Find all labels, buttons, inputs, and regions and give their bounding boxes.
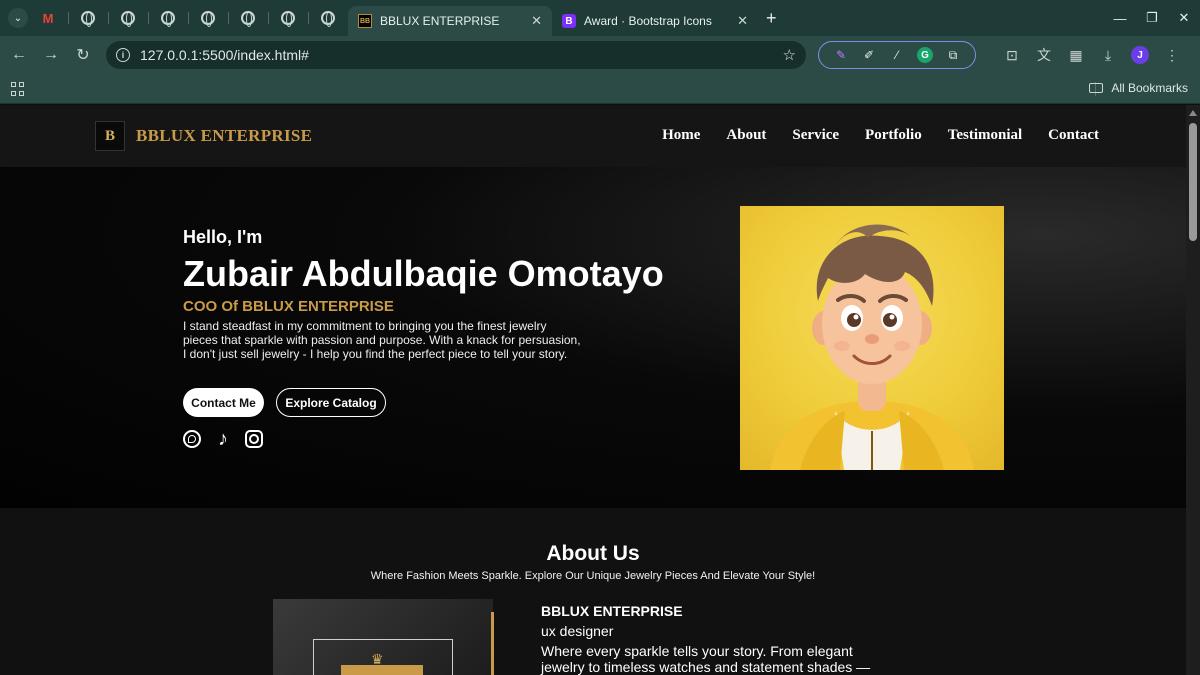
download-icon[interactable]: ⤓: [1092, 47, 1124, 64]
globe-icon: [201, 11, 215, 27]
tab-search-icon[interactable]: ⌄: [8, 8, 28, 28]
gmail-icon: M: [42, 10, 54, 26]
translate-icon[interactable]: 文: [1028, 45, 1060, 65]
profile-avatar[interactable]: J: [1131, 46, 1149, 64]
hero-bio: I stand steadfast in my commitment to br…: [183, 319, 581, 361]
about-subtitle: Where Fashion Meets Sparkle. Explore Our…: [370, 570, 816, 582]
about-title: About Us: [546, 542, 640, 565]
crown-icon: ♛: [371, 651, 384, 667]
tab-bblux[interactable]: BB BBLUX ENTERPRISE ✕: [348, 6, 552, 36]
page-scrollbar[interactable]: [1186, 105, 1200, 675]
pinned-tab[interactable]: [108, 4, 148, 32]
social-links: ♪: [183, 429, 263, 449]
contact-me-button[interactable]: Contact Me: [183, 388, 264, 417]
globe-icon: [241, 11, 255, 27]
tab-title: Award · Bootstrap Icons: [584, 14, 712, 28]
page-viewport: B BBLUX ENTERPRISE Home About Service Po…: [0, 105, 1186, 675]
about-image-accent: [491, 612, 494, 675]
about-company: BBLUX ENTERPRISE: [541, 603, 683, 619]
cartoon-avatar-illustration: [770, 224, 974, 470]
explore-catalog-button[interactable]: Explore Catalog: [276, 388, 386, 417]
restore-icon[interactable]: ❐: [1136, 10, 1168, 26]
nav-home[interactable]: Home: [662, 127, 700, 144]
apps-grid-icon[interactable]: [11, 82, 25, 96]
bblux-favicon-icon: BB: [358, 14, 372, 28]
feather-pen-icon[interactable]: ✎: [833, 47, 849, 63]
back-arrow-icon[interactable]: ←: [3, 39, 35, 71]
all-bookmarks-button[interactable]: All Bookmarks: [1089, 81, 1188, 95]
brand-logo[interactable]: B: [95, 121, 125, 151]
scroll-thumb[interactable]: [1189, 123, 1197, 241]
globe-icon: [321, 11, 335, 27]
close-window-icon[interactable]: ✕: [1168, 10, 1200, 26]
globe-icon: [281, 11, 295, 27]
window-controls: — ❐ ✕: [1104, 0, 1200, 36]
nav-portfolio[interactable]: Portfolio: [865, 127, 922, 144]
close-icon[interactable]: ✕: [737, 13, 748, 29]
about-text: Where every sparkle tells your story. Fr…: [541, 643, 871, 675]
address-bar[interactable]: i 127.0.0.1:5500/index.html# ☆: [106, 41, 806, 69]
bootstrap-favicon-icon: B: [562, 14, 576, 28]
nav-testimonial[interactable]: Testimonial: [948, 127, 1022, 144]
pinned-tab[interactable]: [228, 4, 268, 32]
tab-strip: ⌄ M BB BBLUX ENTERPRISE ✕ B Award · Boot…: [0, 0, 1200, 36]
scroll-up-arrow-icon[interactable]: [1189, 110, 1197, 116]
forward-arrow-icon[interactable]: →: [35, 39, 67, 71]
globe-icon: [121, 11, 135, 27]
nav-contact[interactable]: Contact: [1048, 127, 1099, 144]
close-icon[interactable]: ✕: [531, 13, 542, 29]
tiktok-icon[interactable]: ♪: [214, 429, 232, 449]
reload-icon[interactable]: ↻: [67, 39, 99, 71]
brand-name[interactable]: BBLUX ENTERPRISE: [136, 126, 312, 146]
whatsapp-icon[interactable]: [183, 430, 201, 448]
pinned-tab[interactable]: [308, 4, 348, 32]
qr-code-icon[interactable]: ▦: [1060, 47, 1092, 64]
bookmarks-bar: All Bookmarks: [0, 74, 1200, 104]
pinned-tab[interactable]: [188, 4, 228, 32]
magic-wand-icon[interactable]: ⁄: [889, 47, 905, 63]
globe-icon: [161, 11, 175, 27]
globe-icon: [81, 11, 95, 27]
pinned-tab[interactable]: [148, 4, 188, 32]
right-tools: ⊡ 文 ▦ ⤓ J ⋮: [996, 41, 1188, 69]
tab-bootstrap-icons[interactable]: B Award · Bootstrap Icons ✕: [552, 6, 758, 36]
profile-avatar-image: [740, 206, 1004, 470]
site-navbar: B BBLUX ENTERPRISE Home About Service Po…: [0, 105, 1186, 167]
instagram-icon[interactable]: [245, 430, 263, 448]
about-section: About Us Where Fashion Meets Sparkle. Ex…: [0, 508, 1186, 675]
all-bookmarks-label: All Bookmarks: [1111, 81, 1188, 95]
eyedropper-icon[interactable]: ✐: [861, 47, 877, 63]
nav-service[interactable]: Service: [792, 127, 839, 144]
pinned-tab[interactable]: [68, 4, 108, 32]
pinned-tab[interactable]: [268, 4, 308, 32]
main-menu: Home About Service Portfolio Testimonial…: [662, 127, 1099, 144]
grammarly-icon[interactable]: G: [917, 47, 933, 63]
nav-about[interactable]: About: [726, 127, 766, 144]
about-position: ux designer: [541, 623, 614, 639]
gmail-tab[interactable]: M: [28, 4, 68, 32]
folder-icon: [1089, 83, 1104, 93]
hero-name: Zubair Abdulbaqie Omotayo: [183, 253, 664, 294]
menu-kebab-icon[interactable]: ⋮: [1156, 47, 1188, 64]
tab-title: BBLUX ENTERPRISE: [380, 14, 500, 28]
about-image: ♛: [273, 599, 494, 675]
hero-section: Hello, I'm Zubair Abdulbaqie Omotayo COO…: [0, 167, 1186, 508]
site-info-icon[interactable]: i: [116, 48, 130, 62]
puzzle-extensions-icon[interactable]: ⧉: [945, 47, 961, 63]
star-icon[interactable]: ☆: [783, 46, 796, 64]
extensions-group: ✎ ✐ ⁄ G ⧉: [818, 41, 976, 69]
hero-role: COO Of BBLUX ENTERPRISE: [183, 298, 394, 315]
hero-greeting: Hello, I'm: [183, 227, 263, 247]
new-tab-icon[interactable]: +: [766, 8, 777, 29]
minimize-icon[interactable]: —: [1104, 11, 1136, 26]
url-text[interactable]: 127.0.0.1:5500/index.html#: [140, 47, 783, 63]
screenshot-icon[interactable]: ⊡: [996, 47, 1028, 64]
browser-toolbar: ← → ↻ i 127.0.0.1:5500/index.html# ☆ ✎ ✐…: [0, 36, 1200, 74]
